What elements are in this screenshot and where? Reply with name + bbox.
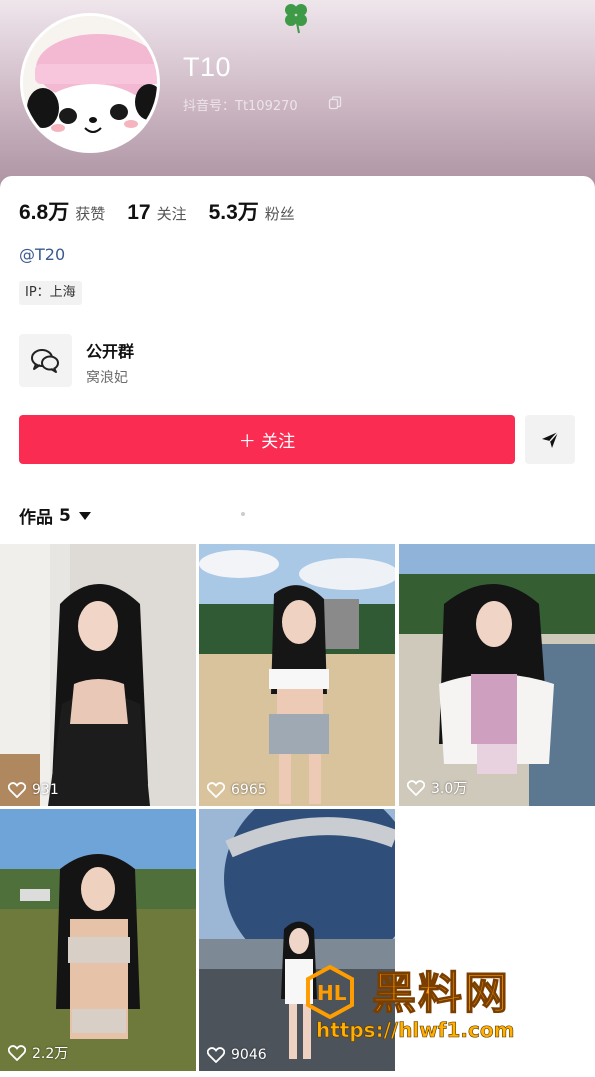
- send-icon: [542, 431, 559, 448]
- video-thumbnail: [0, 809, 196, 1071]
- like-count: 931: [8, 782, 59, 798]
- like-count: 6965: [207, 782, 267, 798]
- watermark-url: https://hlwf1.com: [316, 1018, 515, 1043]
- copy-icon[interactable]: [328, 96, 342, 110]
- svg-text:HL: HL: [317, 981, 347, 1005]
- like-count-value: 9046: [231, 1047, 267, 1063]
- chat-bubbles-icon: [31, 349, 59, 373]
- group-chat-entry[interactable]: [19, 334, 72, 387]
- like-count: 2.2万: [8, 1043, 68, 1063]
- video-tile[interactable]: 931: [0, 544, 196, 806]
- video-tile[interactable]: 6965: [199, 544, 395, 806]
- heart-icon: [8, 1045, 26, 1061]
- video-thumbnail: [399, 544, 595, 806]
- video-thumbnail: [199, 544, 395, 806]
- stats-row: 6.8万 获赞 17 关注 5.3万 粉丝: [19, 196, 317, 226]
- stat-value: 17: [127, 201, 151, 224]
- avatar[interactable]: [20, 13, 160, 153]
- video-thumbnail: [0, 544, 196, 806]
- stat-value: 5.3万: [208, 201, 259, 224]
- ip-location-tag: IP：上海: [19, 281, 82, 305]
- share-button[interactable]: [525, 415, 575, 464]
- profile-header: T10 抖音号：Tt109270: [0, 0, 595, 200]
- stat-label: 关注: [156, 205, 187, 223]
- works-count: 5: [59, 505, 71, 526]
- follow-button[interactable]: ＋ 关注: [19, 415, 515, 464]
- works-label: 作品: [19, 508, 53, 528]
- like-count: 9046: [207, 1047, 267, 1063]
- works-tab[interactable]: 作品 5: [19, 503, 91, 528]
- like-count-value: 3.0万: [431, 781, 468, 797]
- clover-icon: [285, 4, 307, 34]
- group-subtitle: 窝浪妃: [86, 370, 128, 386]
- stat-likes[interactable]: 6.8万 获赞: [19, 196, 105, 226]
- watermark-text: 黑料网: [371, 967, 510, 1019]
- heart-icon: [207, 1047, 225, 1063]
- caret-down-icon: [78, 511, 91, 520]
- like-count-value: 2.2万: [32, 1046, 69, 1062]
- like-count-value: 931: [32, 782, 59, 798]
- heart-icon: [407, 780, 425, 796]
- avatar-image: [23, 16, 157, 150]
- stat-value: 6.8万: [19, 201, 70, 224]
- divider-dot: [241, 512, 245, 516]
- stat-followers[interactable]: 5.3万 粉丝: [209, 196, 295, 226]
- stat-label: 粉丝: [264, 205, 295, 223]
- video-tile[interactable]: 3.0万: [399, 544, 595, 806]
- like-count: 3.0万: [407, 778, 467, 798]
- stat-following[interactable]: 17 关注: [127, 201, 186, 225]
- heart-icon: [8, 782, 26, 798]
- video-tile[interactable]: 2.2万: [0, 809, 196, 1071]
- mention-link[interactable]: @T20: [19, 245, 65, 264]
- nickname: T10: [183, 52, 232, 82]
- douyin-id: 抖音号：Tt109270: [183, 99, 298, 114]
- profile-page: T10 抖音号：Tt109270 6.8万 获赞 17 关注 5.3万 粉丝 @…: [0, 0, 595, 1077]
- group-title[interactable]: 公开群: [86, 338, 134, 362]
- follow-label: ＋ 关注: [238, 432, 296, 452]
- like-count-value: 6965: [231, 782, 267, 798]
- heart-icon: [207, 782, 225, 798]
- stat-label: 获赞: [75, 205, 106, 223]
